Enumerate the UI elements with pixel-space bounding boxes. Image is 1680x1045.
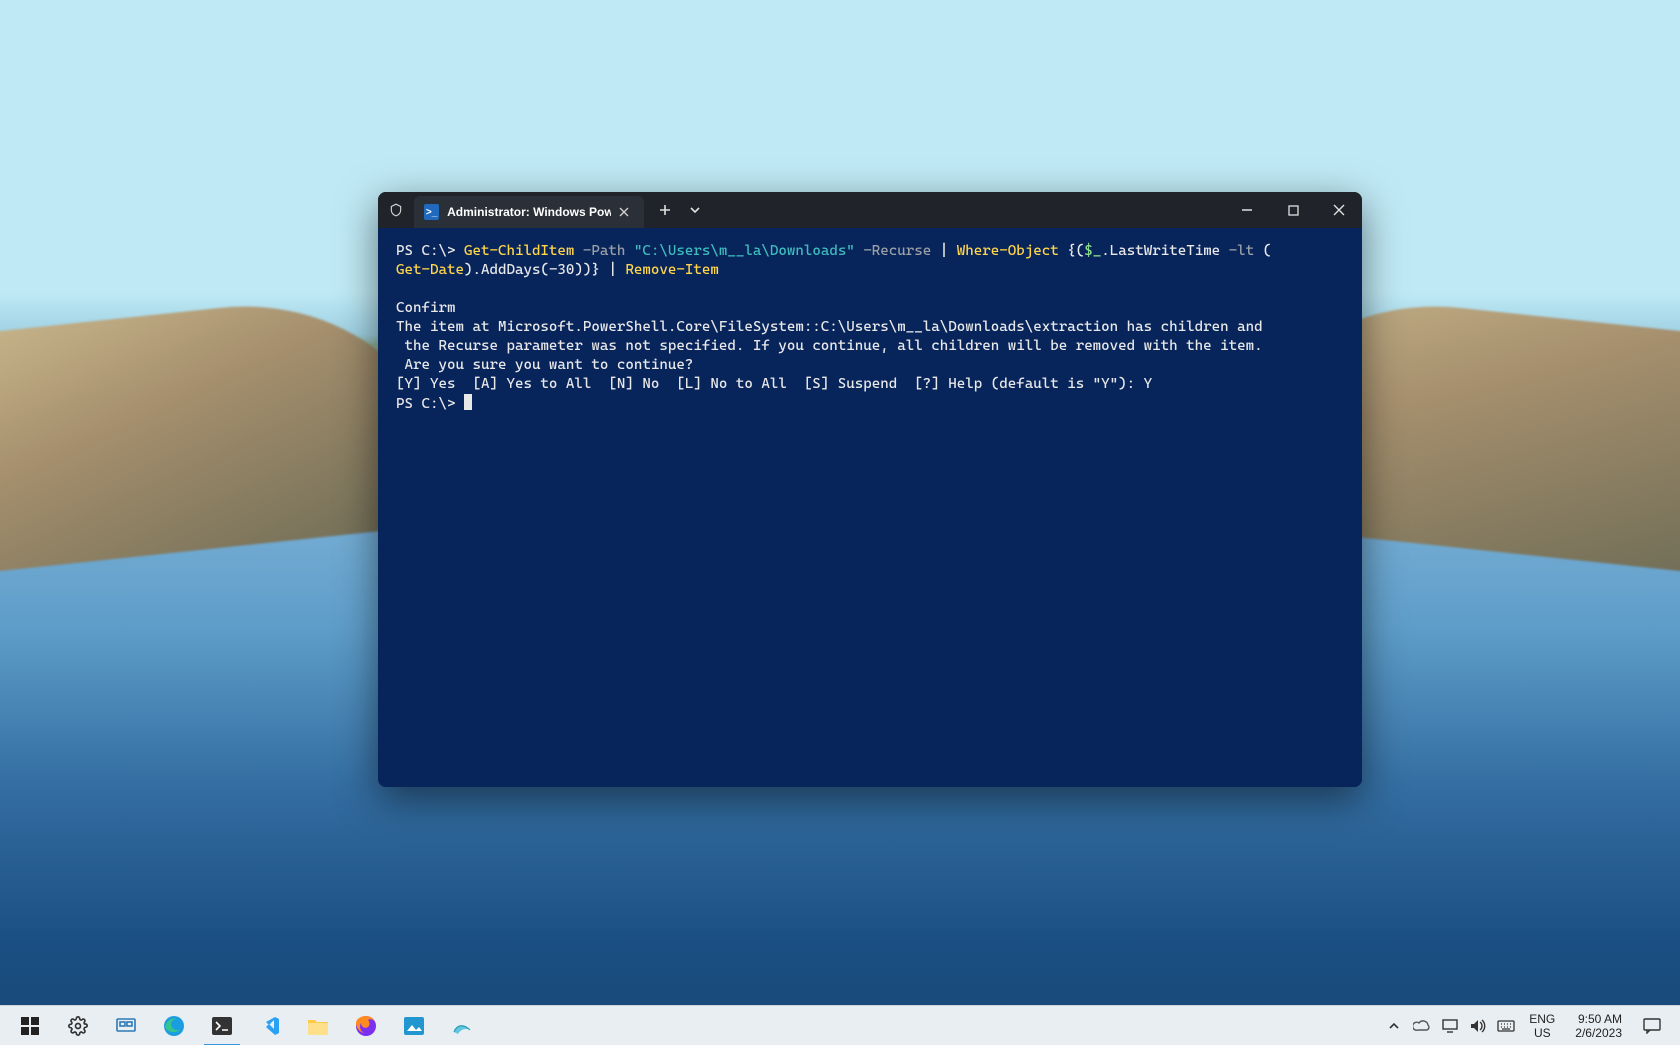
text-cursor (464, 394, 472, 410)
photos-icon (402, 1014, 426, 1038)
maximize-button[interactable] (1270, 192, 1316, 228)
generic-app-icon (450, 1014, 474, 1038)
clock-time: 9:50 AM (1575, 1012, 1622, 1026)
prompt: PS C:\> (396, 243, 464, 259)
firefox-icon (354, 1014, 378, 1038)
tray-display-icon[interactable] (1437, 1006, 1463, 1045)
cmdlet-get-date: Get-Date (396, 262, 464, 278)
gear-icon (66, 1014, 90, 1038)
taskbar-app[interactable] (438, 1006, 486, 1045)
flag-path: -Path (583, 243, 625, 259)
flag-recurse: -Recurse (863, 243, 931, 259)
tray-onedrive-icon[interactable] (1409, 1006, 1435, 1045)
language-indicator[interactable]: ENG US (1521, 1012, 1563, 1040)
dollar-underscore: $_ (1084, 243, 1101, 259)
terminal-output[interactable]: PS C:\> Get-ChildItem -Path "C:\Users\m_… (378, 228, 1362, 787)
taskbar-task-view[interactable] (102, 1006, 150, 1045)
tray-volume-icon[interactable] (1465, 1006, 1491, 1045)
folder-icon (306, 1014, 330, 1038)
cmdlet-where-object: Where-Object (957, 243, 1059, 259)
windows-logo-icon (18, 1014, 42, 1038)
admin-shield-icon (378, 192, 414, 228)
taskbar-file-explorer[interactable] (294, 1006, 342, 1045)
start-button[interactable] (6, 1006, 54, 1045)
close-button[interactable] (1316, 192, 1362, 228)
action-center-button[interactable] (1634, 1006, 1670, 1045)
powershell-icon: >_ (424, 204, 439, 220)
pipe: | (940, 243, 949, 259)
confirm-line: Are you sure you want to continue? (396, 357, 693, 373)
system-tray[interactable]: ENG US 9:50 AM 2/6/2023 (1381, 1006, 1674, 1045)
confirm-header: Confirm (396, 300, 455, 316)
language-region: US (1529, 1026, 1555, 1040)
prompt: PS C:\> (396, 396, 464, 412)
taskbar-settings[interactable] (54, 1006, 102, 1045)
tab-powershell[interactable]: >_ Administrator: Windows Powe (414, 196, 644, 228)
confirm-options: [Y] Yes [A] Yes to All [N] No [L] No to … (396, 376, 1152, 392)
confirm-line: The item at Microsoft.PowerShell.Core\Fi… (396, 319, 1263, 335)
taskbar-photos[interactable] (390, 1006, 438, 1045)
taskbar[interactable]: ENG US 9:50 AM 2/6/2023 (0, 1005, 1680, 1045)
confirm-line: the Recurse parameter was not specified.… (396, 338, 1263, 354)
language-code: ENG (1529, 1012, 1555, 1026)
cmdlet-remove-item: Remove-Item (625, 262, 718, 278)
desktop-wallpaper[interactable]: >_ Administrator: Windows Powe (0, 0, 1680, 1045)
titlebar[interactable]: >_ Administrator: Windows Powe (378, 192, 1362, 228)
tray-keyboard-icon[interactable] (1493, 1006, 1519, 1045)
titlebar-drag-region[interactable] (710, 192, 1224, 228)
terminal-icon (210, 1014, 234, 1038)
vscode-icon (258, 1014, 282, 1038)
tab-title: Administrator: Windows Powe (447, 205, 611, 219)
tab-dropdown-button[interactable] (680, 192, 710, 228)
minimize-button[interactable] (1224, 192, 1270, 228)
taskbar-terminal[interactable] (198, 1006, 246, 1045)
cmdlet-get-childitem: Get-ChildItem (464, 243, 574, 259)
pipe: | (608, 262, 617, 278)
operator-lt: -lt (1229, 243, 1255, 259)
clock-date: 2/6/2023 (1575, 1026, 1622, 1040)
clock[interactable]: 9:50 AM 2/6/2023 (1565, 1012, 1632, 1040)
taskbar-firefox[interactable] (342, 1006, 390, 1045)
taskbar-edge[interactable] (150, 1006, 198, 1045)
windows-terminal-window[interactable]: >_ Administrator: Windows Powe (378, 192, 1362, 787)
task-view-icon (114, 1014, 138, 1038)
edge-icon (162, 1014, 186, 1038)
tab-close-button[interactable] (619, 207, 636, 217)
tray-overflow-chevron[interactable] (1381, 1006, 1407, 1045)
path-string: "C:\Users\m__la\Downloads" (634, 243, 855, 259)
new-tab-button[interactable] (650, 192, 680, 228)
taskbar-vscode[interactable] (246, 1006, 294, 1045)
